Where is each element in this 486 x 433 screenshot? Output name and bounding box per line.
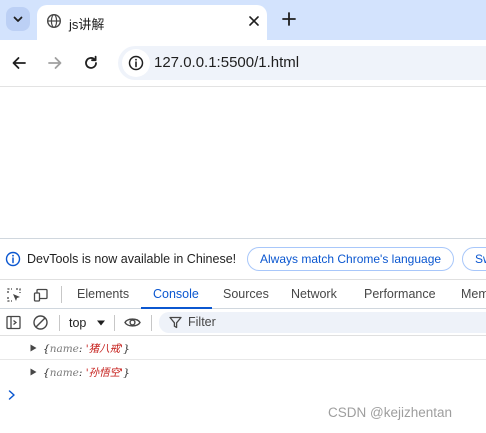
eye-icon[interactable] <box>124 314 141 331</box>
context-selector[interactable]: top <box>69 316 86 330</box>
info-icon <box>5 251 21 267</box>
site-info-button[interactable] <box>122 49 150 77</box>
inspect-element-icon[interactable] <box>6 287 22 303</box>
tab-strip: js讲解 <box>0 0 486 40</box>
expand-arrow-icon[interactable] <box>30 368 37 376</box>
object-close-brace: } <box>123 367 130 379</box>
tab-memory[interactable]: Mem <box>461 287 486 301</box>
expand-arrow-icon[interactable] <box>30 344 37 352</box>
devtools-tab-bar: Elements Console Sources Network Perform… <box>0 279 486 309</box>
clear-console-icon[interactable] <box>32 314 49 331</box>
close-icon[interactable] <box>246 13 262 29</box>
object-key: name <box>49 367 79 379</box>
tab-search-button[interactable] <box>6 7 30 31</box>
console-toolbar: top Filter <box>0 310 486 336</box>
object-open-brace: { <box>43 367 50 379</box>
object-close-brace: } <box>123 343 130 355</box>
browser-toolbar: 127.0.0.1:5500/1.html <box>0 40 486 86</box>
object-open-brace: { <box>43 343 50 355</box>
console-filter-input[interactable]: Filter <box>159 312 486 333</box>
console-log-entry[interactable]: {name: '猪八戒'} <box>0 337 486 360</box>
devtools-panel: DevTools is now available in Chinese! Al… <box>0 238 486 433</box>
globe-icon <box>46 13 62 29</box>
reload-icon[interactable] <box>82 54 100 72</box>
tab-performance[interactable]: Performance <box>364 287 436 301</box>
tab-sources[interactable]: Sources <box>223 287 269 301</box>
caret-down-icon[interactable] <box>96 318 106 328</box>
devtools-divider <box>61 286 62 303</box>
console-toolbar-divider <box>151 315 152 331</box>
active-tab-indicator <box>141 307 212 309</box>
filter-placeholder: Filter <box>188 315 216 329</box>
toolbar-divider <box>0 86 486 87</box>
sidebar-toggle-icon[interactable] <box>5 314 22 331</box>
info-icon <box>128 55 144 71</box>
tab-elements[interactable]: Elements <box>77 287 129 301</box>
object-string-value: '猪八戒' <box>85 343 124 355</box>
console-object-preview[interactable]: {name: '猪八戒'} <box>43 341 130 356</box>
chevron-down-icon <box>13 16 23 22</box>
forward-arrow-icon[interactable] <box>46 54 64 72</box>
back-arrow-icon[interactable] <box>10 54 28 72</box>
console-toolbar-divider <box>59 315 60 331</box>
filter-icon <box>169 316 182 329</box>
console-object-preview[interactable]: {name: '孙悟空'} <box>43 365 130 380</box>
watermark: CSDN @kejizhentan <box>328 405 453 420</box>
browser-tab[interactable]: js讲解 <box>37 5 267 40</box>
device-toolbar-icon[interactable] <box>33 287 49 303</box>
object-key: name <box>49 343 79 355</box>
browser-window: js讲解 127.0.0.1:5500/1.html DevTools is n… <box>0 0 486 433</box>
url-text[interactable]: 127.0.0.1:5500/1.html <box>154 54 299 71</box>
tab-network[interactable]: Network <box>291 287 337 301</box>
switch-language-button[interactable]: Sw <box>462 247 486 271</box>
console-log-entry[interactable]: {name: '孙悟空'} <box>0 361 486 384</box>
object-colon: : <box>78 367 86 379</box>
tab-title: js讲解 <box>69 17 105 32</box>
infobar-message: DevTools is now available in Chinese! <box>27 252 237 266</box>
address-bar[interactable]: 127.0.0.1:5500/1.html <box>118 46 486 80</box>
match-language-button[interactable]: Always match Chrome's language <box>247 247 455 271</box>
console-prompt-icon[interactable] <box>7 389 17 401</box>
object-colon: : <box>78 343 86 355</box>
tab-console[interactable]: Console <box>153 287 199 301</box>
object-string-value: '孙悟空' <box>85 367 124 379</box>
language-infobar: DevTools is now available in Chinese! Al… <box>0 245 486 275</box>
console-toolbar-divider <box>114 315 115 331</box>
new-tab-icon[interactable] <box>280 10 298 28</box>
